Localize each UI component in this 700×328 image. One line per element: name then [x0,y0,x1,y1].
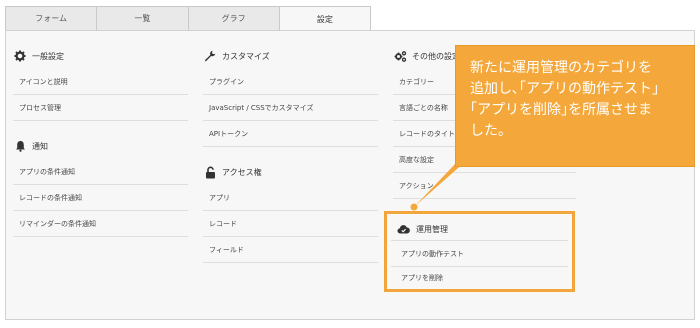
section-general: 一般設定 [13,43,188,69]
section-title: その他の設定 [412,51,460,61]
settings-link-app-delete[interactable]: アプリを削除 [401,271,443,285]
settings-column-1: 一般設定 アイコンと説明 プロセス管理 通知 アプリの条件通知 レコードの条件通… [13,43,188,237]
divider [391,266,568,267]
divider [391,240,568,241]
annotation-callout: 新たに運用管理のカテゴリを 追加し､｢アプリの動作テスト｣ ｢アプリを削除｣を所… [455,45,695,167]
settings-link-record-notify[interactable]: レコードの条件通知 [13,185,188,211]
tab-graph[interactable]: グラフ [187,6,279,31]
gear-icon [13,49,27,63]
callout-line: 追加し､｢アプリの動作テスト｣ [470,81,659,97]
cloud-icon [397,222,411,236]
callout-line: した。 [470,123,512,139]
section-operations: 運用管理 [397,220,448,238]
gears-icon [393,49,407,63]
settings-link-icon-description[interactable]: アイコンと説明 [13,69,188,95]
tab-bar: フォーム 一覧 グラフ 設定 [5,6,371,31]
settings-link-access-app[interactable]: アプリ [203,185,378,211]
section-access: アクセス権 [203,159,378,185]
callout-pointer [410,162,465,211]
section-title: カスタマイズ [222,51,270,61]
lock-icon [203,165,217,179]
bell-icon [13,139,27,153]
wrench-icon [203,49,217,63]
settings-link-access-field[interactable]: フィールド [203,237,378,263]
settings-link-reminder-notify[interactable]: リマインダーの条件通知 [13,211,188,237]
section-title: 通知 [32,141,48,151]
tab-form[interactable]: フォーム [5,6,97,31]
settings-link-process[interactable]: プロセス管理 [13,95,188,121]
settings-link-app-notify[interactable]: アプリの条件通知 [13,159,188,185]
tab-list[interactable]: 一覧 [96,6,188,31]
settings-link-api-token[interactable]: APIトークン [203,121,378,147]
settings-link-app-test[interactable]: アプリの動作テスト [401,247,464,261]
section-notify: 通知 [13,133,188,159]
callout-line: ｢アプリを削除｣を所属させま [470,102,652,118]
callout-line: 新たに運用管理のカテゴリを [470,60,652,76]
settings-link-access-record[interactable]: レコード [203,211,378,237]
settings-link-plugin[interactable]: プラグイン [203,69,378,95]
section-title: 一般設定 [32,51,64,61]
section-customize: カスタマイズ [203,43,378,69]
section-title: アクセス権 [222,167,262,177]
settings-column-2: カスタマイズ プラグイン JavaScript / CSSでカスタマイズ API… [203,43,378,263]
settings-link-js-css[interactable]: JavaScript / CSSでカスタマイズ [203,95,378,121]
tab-settings[interactable]: 設定 [278,6,371,31]
section-title: 運用管理 [416,224,448,234]
section-operations-highlight: 運用管理 アプリの動作テスト アプリを削除 [384,211,575,292]
